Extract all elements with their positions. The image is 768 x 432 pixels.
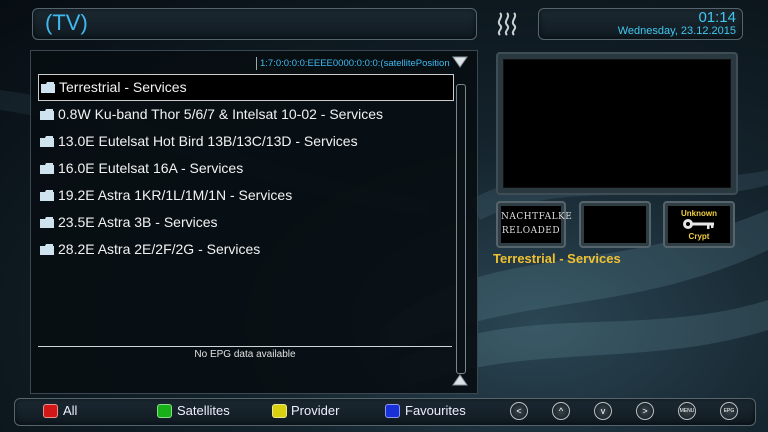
provider-button[interactable]: Provider bbox=[291, 403, 339, 418]
list-item[interactable]: 28.2E Astra 2E/2F/2G - Services bbox=[38, 236, 454, 263]
brand-logo-line2: RELOADED bbox=[501, 226, 561, 236]
key-icon bbox=[683, 219, 714, 229]
channel-list[interactable]: Terrestrial - Services 0.8W Ku-band Thor… bbox=[38, 74, 454, 263]
crypt-bottom-label: Crypt bbox=[688, 232, 710, 241]
brand-logo: NACHTFALKE RELOADED bbox=[501, 206, 573, 243]
folder-icon bbox=[40, 109, 54, 120]
list-item[interactable]: 16.0E Eutelsat 16A - Services bbox=[38, 155, 454, 182]
crypt-indicator: Unknown Crypt bbox=[668, 206, 730, 243]
folder-icon bbox=[40, 136, 54, 147]
list-item-label: Terrestrial - Services bbox=[59, 79, 187, 95]
list-item[interactable]: 19.2E Astra 1KR/1L/1M/1N - Services bbox=[38, 182, 454, 209]
current-service-name: Terrestrial - Services bbox=[493, 251, 621, 266]
list-item-label: 28.2E Astra 2E/2F/2G - Services bbox=[58, 241, 261, 257]
crypt-box: Unknown Crypt bbox=[663, 201, 735, 248]
list-item-label: 23.5E Astra 3B - Services bbox=[58, 214, 218, 230]
scrollbar[interactable] bbox=[456, 84, 466, 374]
list-item[interactable]: 23.5E Astra 3B - Services bbox=[38, 209, 454, 236]
epg-divider bbox=[38, 346, 452, 347]
right-button[interactable]: > bbox=[636, 402, 654, 420]
list-item-label: 0.8W Ku-band Thor 5/6/7 & Intelsat 10-02… bbox=[58, 106, 384, 122]
list-item-label: 16.0E Eutelsat 16A - Services bbox=[58, 160, 244, 176]
favourites-button[interactable]: Favourites bbox=[405, 403, 466, 418]
brand-logo-line1: NACHTFALKE bbox=[501, 212, 573, 222]
clock-date: Wednesday, 23.12.2015 bbox=[617, 25, 736, 37]
epg-button[interactable]: EPG bbox=[720, 402, 738, 420]
up-button[interactable]: ^ bbox=[552, 402, 570, 420]
picon bbox=[584, 206, 646, 243]
folder-icon bbox=[40, 163, 54, 174]
scroll-down-arrow-icon[interactable] bbox=[452, 374, 468, 386]
list-item-label: 19.2E Astra 1KR/1L/1M/1N - Services bbox=[58, 187, 293, 203]
green-key-icon[interactable] bbox=[157, 404, 172, 418]
menu-button[interactable]: MENU bbox=[678, 402, 696, 420]
brand-logo-box: NACHTFALKE RELOADED bbox=[496, 201, 573, 248]
skin-logo-icon bbox=[497, 12, 517, 36]
blue-key-icon[interactable] bbox=[385, 404, 400, 418]
satellites-button[interactable]: Satellites bbox=[177, 403, 230, 418]
list-item[interactable]: 0.8W Ku-band Thor 5/6/7 & Intelsat 10-02… bbox=[38, 101, 454, 128]
clock-panel: 01:14 Wednesday, 23.12.2015 bbox=[538, 8, 743, 40]
list-item-label: 13.0E Eutelsat Hot Bird 13B/13C/13D - Se… bbox=[58, 133, 358, 149]
red-key-icon[interactable] bbox=[43, 404, 58, 418]
list-item[interactable]: 13.0E Eutelsat Hot Bird 13B/13C/13D - Se… bbox=[38, 128, 454, 155]
epg-info: No EPG data available bbox=[194, 349, 296, 360]
folder-icon bbox=[40, 244, 54, 255]
left-button[interactable]: < bbox=[510, 402, 528, 420]
page-title: (TV) bbox=[45, 10, 88, 35]
service-path: 1:7:0:0:0:0:EEEE0000:0:0:0:(satellitePos… bbox=[256, 57, 456, 70]
folder-icon bbox=[40, 217, 54, 228]
folder-icon bbox=[40, 190, 54, 201]
folder-icon bbox=[41, 82, 55, 93]
list-item[interactable]: Terrestrial - Services bbox=[38, 74, 454, 101]
title-bar: (TV) bbox=[32, 8, 477, 40]
picon-box bbox=[579, 201, 651, 248]
preview-screen bbox=[503, 59, 731, 188]
crypt-top-label: Unknown bbox=[681, 209, 717, 218]
scroll-up-arrow-icon[interactable] bbox=[452, 56, 468, 68]
video-preview bbox=[496, 52, 738, 195]
clock-time: 01:14 bbox=[698, 9, 736, 26]
down-button[interactable]: v bbox=[594, 402, 612, 420]
yellow-key-icon[interactable] bbox=[272, 404, 287, 418]
all-button[interactable]: All bbox=[63, 403, 77, 418]
